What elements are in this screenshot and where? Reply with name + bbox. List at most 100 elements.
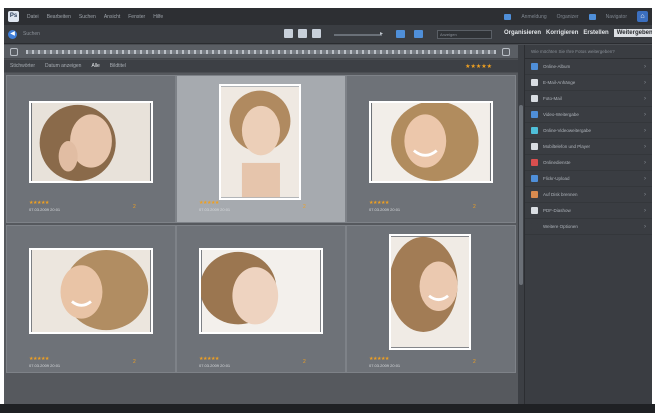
portrait-image [31, 250, 151, 332]
share-option-flickr[interactable]: Flickr-Upload › [525, 171, 652, 187]
rating-stars[interactable]: ★★★★★ [199, 200, 219, 206]
rating-stars[interactable]: ★★★★★ [29, 356, 49, 362]
share-option-label: Online-Videoweitergabe [543, 128, 591, 133]
filter-caption[interactable]: Bildtitel [110, 63, 126, 69]
share-option-video[interactable]: Video-Weitergabe › [525, 107, 652, 123]
photo-thumbnail[interactable] [29, 101, 153, 183]
back-button[interactable]: ◀ [8, 29, 17, 39]
share-option-photomail[interactable]: Foto-Mail › [525, 91, 652, 107]
menu-bar: Ps Datei Bearbeiten Suchen Ansicht Fenst… [4, 8, 652, 25]
portrait-image [221, 86, 299, 198]
share-option-pdf[interactable]: PDF-Diashow › [525, 203, 652, 219]
chevron-right-icon: › [644, 207, 646, 214]
share-option-mobile[interactable]: Mobiltelefon und Player › [525, 139, 652, 155]
filter-all[interactable]: Alle [91, 63, 99, 69]
share-panel: Wie möchten Sie Ihre Fotos weitergeben? … [524, 45, 652, 408]
filter-keywords[interactable]: Stichwörter [10, 63, 35, 69]
grid-view-icon[interactable] [312, 29, 321, 38]
photo-thumbnail[interactable] [389, 234, 471, 350]
album-icon [531, 63, 538, 70]
share-option-online-video[interactable]: Online-Videoweitergabe › [525, 123, 652, 139]
share-option-burn-disc[interactable]: Auf Disk brennen › [525, 187, 652, 203]
media-item-selected[interactable]: ★★★★★ 07.03.2009 20:01 2 [176, 75, 346, 223]
photomail-icon [531, 95, 538, 102]
photo-thumbnail[interactable] [29, 248, 153, 334]
media-item[interactable]: ★★★★★ 07.03.2009 20:01 2 [6, 75, 176, 223]
thumbnail-view-icon[interactable] [284, 29, 293, 38]
mail-icon [531, 79, 538, 86]
timeline-bar [4, 45, 522, 59]
timeline-prev-icon[interactable] [10, 48, 18, 56]
photo-date: 07.03.2009 20:01 [369, 207, 401, 212]
stack-badge-icon: 2 [303, 204, 306, 210]
menu-find[interactable]: Suchen [79, 14, 96, 20]
share-option-online-album[interactable]: Online-Album › [525, 59, 652, 75]
menu-file[interactable]: Datei [27, 14, 39, 20]
service-icon [531, 159, 538, 166]
share-option-label: Onlinedienste [543, 160, 571, 165]
photo-thumbnail[interactable] [199, 248, 323, 334]
share-option-email[interactable]: E-Mail-Anhänge › [525, 75, 652, 91]
filter-date[interactable]: Datum anzeigen [45, 63, 81, 69]
photo-thumbnail[interactable] [219, 84, 301, 200]
media-item[interactable]: ★★★★★ 07.03.2009 20:01 2 [176, 225, 346, 373]
share-option-online-services[interactable]: Onlinedienste › [525, 155, 652, 171]
search-input[interactable]: Suchen [23, 31, 40, 37]
rating-filter[interactable]: ★★★★★ [465, 63, 492, 70]
menu-window[interactable]: Fenster [128, 14, 145, 20]
navigator-icon [588, 13, 596, 20]
pdf-icon [531, 207, 538, 214]
organizer-link[interactable]: Organizer [557, 14, 579, 20]
chevron-right-icon: › [644, 191, 646, 198]
chevron-right-icon: › [644, 63, 646, 70]
rating-stars[interactable]: ★★★★★ [369, 200, 389, 206]
signin-link[interactable]: Anmeldung [521, 14, 546, 20]
scroll-thumb[interactable] [519, 105, 523, 285]
menu-help[interactable]: Hilfe [153, 14, 163, 20]
photo-date: 07.03.2009 20:01 [199, 207, 231, 212]
stack-badge-icon: 2 [473, 204, 476, 210]
tab-share[interactable]: Weitergeben [613, 29, 652, 37]
rotate-icon[interactable] [396, 30, 405, 38]
chevron-right-icon: › [644, 95, 646, 102]
filter-bar: Stichwörter Datum anzeigen Alle Bildtite… [4, 60, 522, 72]
details-view-icon[interactable] [298, 29, 307, 38]
chevron-right-icon: › [644, 143, 646, 150]
menu-edit[interactable]: Bearbeiten [47, 14, 71, 20]
photo-date: 07.03.2009 20:01 [29, 363, 61, 368]
fullscreen-icon[interactable] [414, 30, 423, 38]
stack-badge-icon: 2 [303, 359, 306, 365]
status-bar [0, 404, 655, 413]
share-option-label: Online-Album [543, 64, 571, 69]
rating-stars[interactable]: ★★★★★ [369, 356, 389, 362]
navigator-link[interactable]: Navigator [606, 14, 627, 20]
chevron-right-icon: › [644, 127, 646, 134]
portrait-image [201, 250, 321, 332]
media-item[interactable]: ★★★★★ 07.03.2009 20:01 2 [6, 225, 176, 373]
media-item[interactable]: ★★★★★ 07.03.2009 20:01 2 [346, 225, 516, 373]
globe-icon [531, 127, 538, 134]
home-icon[interactable]: ⌂ [637, 11, 648, 22]
tab-organize[interactable]: Organisieren [504, 30, 541, 36]
tab-fix[interactable]: Korrigieren [546, 30, 578, 36]
share-option-more[interactable]: Weitere Optionen › [525, 219, 652, 235]
signin-icon [504, 13, 512, 20]
tab-create[interactable]: Erstellen [583, 30, 608, 36]
rating-stars[interactable]: ★★★★★ [29, 200, 49, 206]
rating-stars[interactable]: ★★★★★ [199, 356, 219, 362]
media-item[interactable]: ★★★★★ 07.03.2009 20:01 2 [346, 75, 516, 223]
disc-icon [531, 191, 538, 198]
photo-thumbnail[interactable] [369, 101, 493, 183]
stack-badge-icon: 2 [133, 359, 136, 365]
menu-view[interactable]: Ansicht [104, 14, 120, 20]
display-dropdown[interactable]: Anzeigen [437, 30, 492, 39]
zoom-slider[interactable] [334, 34, 382, 36]
timeline-next-icon[interactable] [502, 48, 510, 56]
share-option-label: Video-Weitergabe [543, 112, 579, 117]
timeline-track[interactable] [26, 50, 496, 54]
app-window: Ps Datei Bearbeiten Suchen Ansicht Fenst… [4, 8, 652, 408]
chevron-right-icon: › [644, 159, 646, 166]
share-option-label: Weitere Optionen [543, 224, 578, 229]
stack-badge-icon: 2 [473, 359, 476, 365]
media-grid: ★★★★★ 07.03.2009 20:01 2 ★★★★★ 07.03.200… [4, 73, 518, 408]
